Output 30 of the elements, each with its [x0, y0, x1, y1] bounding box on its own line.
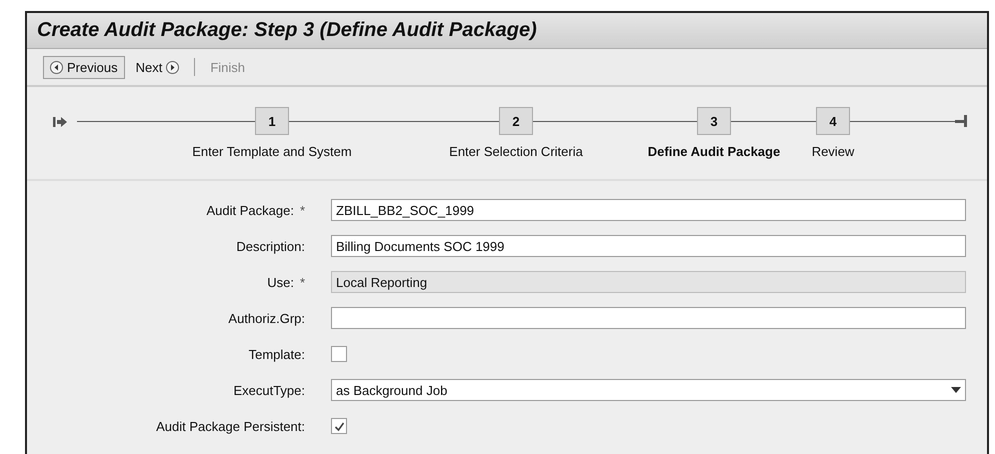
step-label: Enter Template and System	[192, 144, 352, 159]
window-title: Create Audit Package: Step 3 (Define Audit Package)	[37, 19, 537, 42]
required-mark: *	[300, 202, 305, 218]
field-label: Template:	[248, 346, 305, 362]
dropdown-field[interactable]: as Background Job	[331, 379, 966, 401]
input-field[interactable]: Billing Documents SOC 1999	[331, 235, 966, 257]
checkmark-icon	[334, 420, 344, 432]
step-label: Enter Selection Criteria	[449, 144, 583, 159]
step-label: Review	[812, 144, 854, 159]
next-button[interactable]: Next	[128, 56, 186, 78]
step-number[interactable]: 1	[255, 107, 289, 135]
step-number[interactable]: 3	[697, 107, 731, 135]
required-mark: *	[300, 274, 305, 290]
step-label: Define Audit Package	[648, 144, 780, 159]
field-label: Authoriz.Grp:	[228, 310, 305, 326]
field-label: Audit Package Persistent:	[156, 418, 305, 434]
start-arrow-icon	[53, 116, 67, 128]
readonly-field: Local Reporting	[331, 271, 966, 293]
input-field[interactable]: ZBILL_BB2_SOC_1999	[331, 199, 966, 221]
previous-button[interactable]: Previous	[43, 56, 125, 78]
field-label: Description:	[236, 238, 305, 254]
checkbox[interactable]	[331, 346, 347, 362]
input-field[interactable]	[331, 307, 966, 329]
checkbox[interactable]	[331, 418, 347, 434]
step-number[interactable]: 4	[816, 107, 850, 135]
step-number[interactable]: 2	[499, 107, 533, 135]
field-label: ExecutType:	[233, 382, 305, 398]
field-label: Use:	[267, 274, 294, 290]
field-label: Audit Package:	[206, 202, 294, 218]
caret-icon	[951, 387, 961, 393]
